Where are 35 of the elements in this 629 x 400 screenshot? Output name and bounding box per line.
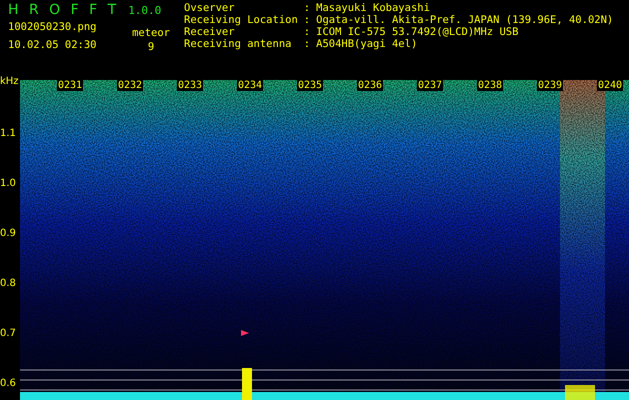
info-separator: :: [304, 2, 310, 14]
time-label: 0235: [297, 80, 324, 91]
info-separator: :: [304, 38, 310, 50]
axis-tick-label: 0.7: [0, 328, 16, 340]
time-label: 0232: [117, 80, 144, 91]
version-number: 1.0.0: [128, 4, 162, 17]
info-separator: :: [304, 14, 310, 26]
time-label: 0238: [477, 80, 504, 91]
axis-tick-label: 0.9: [0, 228, 16, 240]
axis-unit: kHz: [0, 76, 19, 87]
info-label: Receiver: [184, 26, 236, 38]
file-name: 1002050230.png: [8, 21, 97, 33]
meteor-count: 9: [148, 41, 154, 53]
time-label: 0234: [237, 80, 264, 91]
time-label: 0231: [57, 80, 84, 91]
time-label: 0237: [417, 80, 444, 91]
info-value: Ogata-vill. Akita-Pref. JAPAN (139.96E, 40.02N): [316, 14, 614, 26]
meteor-label: meteor: [132, 27, 170, 39]
info-separator: :: [304, 26, 310, 38]
time-label: 0233: [177, 80, 204, 91]
axis-tick-label: 1.1: [0, 128, 16, 140]
time-label: 0236: [357, 80, 384, 91]
time-label: 0240: [597, 80, 624, 91]
date-time: 10.02.05 02:30: [8, 39, 97, 51]
axis-tick-label: 0.6: [0, 378, 16, 390]
info-value: A504HB(yagi 4el): [316, 38, 418, 50]
axis-tick-label: 0.8: [0, 278, 16, 290]
info-label: Ovserver: [184, 2, 236, 14]
info-label: Receiving antenna: [184, 38, 292, 50]
info-value: ICOM IC-575 53.7492(@LCD)MHz USB: [316, 26, 520, 38]
axis-tick-label: 1.0: [0, 178, 16, 190]
info-label: Receiving Location: [184, 14, 298, 26]
app-title: H R O F F T: [8, 2, 116, 18]
info-value: Masayuki Kobayashi: [316, 2, 431, 14]
time-label: 0239: [537, 80, 564, 91]
